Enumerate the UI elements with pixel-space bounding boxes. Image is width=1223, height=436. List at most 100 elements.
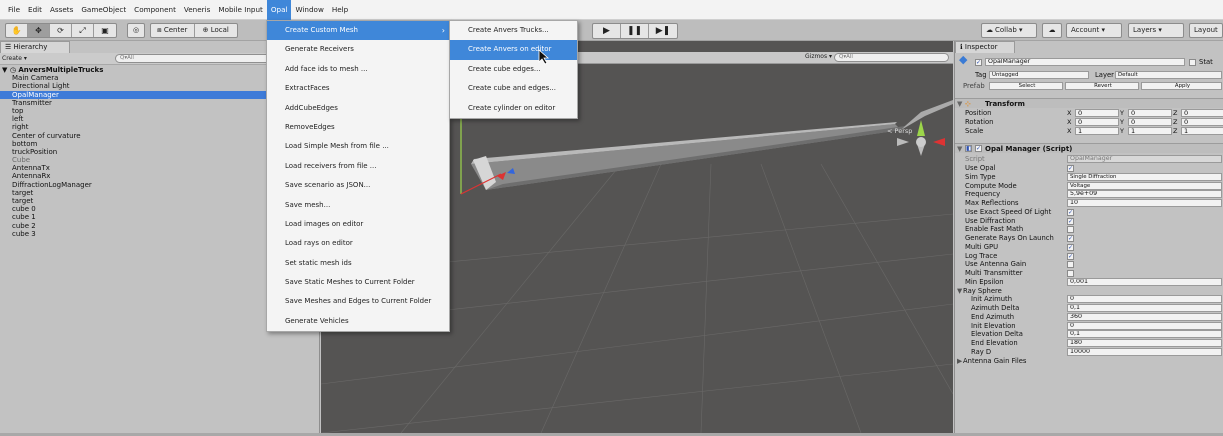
submenu-item[interactable]: Create cube edges...	[450, 60, 577, 79]
opal-menu-item[interactable]: RemoveEdges	[267, 118, 449, 137]
pause-icon[interactable]: ❚❚	[621, 24, 649, 38]
account-button[interactable]: Account ▾	[1066, 23, 1122, 38]
antenna-gain-files-foldout[interactable]: ▶ Antenna Gain Files	[955, 357, 1223, 366]
hand-tool-icon[interactable]: ✋	[6, 24, 28, 37]
field-checkbox[interactable]: ✓	[1067, 235, 1074, 242]
menu-help[interactable]: Help	[328, 0, 352, 20]
field-checkbox[interactable]	[1067, 261, 1074, 269]
opal-menu-item[interactable]: ExtractFaces	[267, 79, 449, 98]
script-enabled-checkbox[interactable]: ✓	[975, 145, 982, 152]
menu-edit[interactable]: Edit	[24, 0, 46, 20]
axis-label: Z	[1173, 118, 1178, 126]
ray-sphere-row: End Elevation 180	[955, 339, 1223, 348]
move-tool-icon[interactable]: ✥	[28, 24, 50, 37]
play-icon[interactable]: ▶	[593, 24, 621, 38]
opal-menu-item[interactable]: AddCubeEdges	[267, 99, 449, 118]
opal-menu-item[interactable]: Load images on editor	[267, 215, 449, 234]
transform-x-field[interactable]: X0	[1067, 109, 1119, 117]
static-checkbox[interactable]	[1189, 59, 1196, 66]
opal-menu-item[interactable]: Generate Receivers	[267, 40, 449, 59]
opal-menu-item[interactable]: Load rays on editor	[267, 234, 449, 253]
menu-file[interactable]: File	[4, 0, 24, 20]
submenu-item[interactable]: Create Anvers Trucks...	[450, 21, 577, 40]
layout-button[interactable]: Layout	[1189, 23, 1223, 38]
menu-assets[interactable]: Assets	[46, 0, 77, 20]
menu-window[interactable]: Window	[291, 0, 327, 20]
field-checkbox[interactable]	[1067, 270, 1074, 277]
opal-menu-item[interactable]: Generate Vehicles	[267, 312, 449, 331]
step-icon[interactable]: ▶❚	[649, 24, 677, 38]
collab-button[interactable]: ☁ Collab ▾	[981, 23, 1037, 38]
transform-y-field[interactable]: Y1	[1120, 127, 1172, 135]
transform-x-field[interactable]: X1	[1067, 127, 1119, 135]
field-input[interactable]: 0,1	[1067, 330, 1222, 339]
field-checkbox[interactable]: ✓	[1067, 243, 1074, 251]
opal-menu-item[interactable]: Load receivers from file ...	[267, 157, 449, 176]
submenu-item[interactable]: Create Anvers on editor	[450, 40, 577, 60]
menu-veneris[interactable]: Veneris	[180, 0, 214, 20]
opal-menu-item[interactable]: Load Simple Mesh from file ...	[267, 137, 449, 156]
transform-y-field[interactable]: Y0	[1120, 118, 1172, 126]
menu-gameobject[interactable]: GameObject	[77, 0, 130, 20]
opal-menu-item[interactable]: Save Meshes and Edges to Current Folder	[267, 292, 449, 311]
persp-label[interactable]: < Persp	[887, 127, 912, 135]
transform-x-field[interactable]: X0	[1067, 118, 1119, 126]
field-dropdown[interactable]: Voltage	[1067, 181, 1222, 190]
active-toggle[interactable]: ✓	[975, 59, 982, 66]
menu-mobile-input[interactable]: Mobile Input	[214, 0, 266, 20]
transform-z-field[interactable]: Z0	[1173, 118, 1223, 126]
layers-button[interactable]: Layers ▾	[1128, 23, 1184, 38]
tag-dropdown[interactable]: Untagged	[989, 71, 1089, 79]
cloud-icon[interactable]: ☁	[1042, 23, 1062, 38]
hierarchy-tab[interactable]: ☰ Hierarchy	[0, 41, 70, 53]
field-dropdown[interactable]: Single Diffraction	[1067, 172, 1222, 181]
pivot-center-button[interactable]: ⧈ Center	[151, 24, 195, 37]
transform-z-field[interactable]: Z1	[1173, 127, 1223, 135]
rotate-tool-icon[interactable]: ⟳	[50, 24, 72, 37]
opal-menu-item[interactable]: Create Custom Mesh ›	[267, 21, 449, 41]
script-component-header[interactable]: ▼ ◧ ✓ Opal Manager (Script)	[955, 143, 1223, 153]
pivot-local-button[interactable]: ⊕ Local	[195, 24, 238, 37]
rect-tool-icon[interactable]: ▣	[94, 24, 116, 37]
transform-y-field[interactable]: Y0	[1120, 109, 1172, 117]
orientation-gizmo-icon[interactable]	[897, 120, 945, 156]
submenu-item[interactable]: Create cylinder on editor	[450, 99, 577, 118]
field-checkbox[interactable]: ✓	[1067, 252, 1074, 260]
field-checkbox[interactable]: ✓	[1067, 165, 1074, 172]
field-input[interactable]: 0,1	[1067, 304, 1222, 312]
gizmos-dropdown[interactable]: Gizmos ▾	[805, 53, 832, 60]
field-input[interactable]: 5,9e+09	[1067, 190, 1222, 199]
field-checkbox[interactable]: ✓	[1067, 217, 1074, 225]
menu-component[interactable]: Component	[130, 0, 180, 20]
opal-menu-item[interactable]: Save Static Meshes to Current Folder	[267, 273, 449, 292]
field-input[interactable]: 180	[1067, 339, 1222, 347]
opal-menu-item[interactable]: Add face ids to mesh ...	[267, 60, 449, 79]
prefab-select-button[interactable]: Select	[989, 82, 1063, 90]
transform-z-field[interactable]: Z0	[1173, 109, 1223, 117]
create-dropdown[interactable]: Create ▾	[2, 54, 27, 63]
field-input[interactable]: 10000	[1067, 347, 1222, 356]
scale-tool-icon[interactable]: ⤢	[72, 24, 94, 37]
opal-menu-item[interactable]: Save mesh...	[267, 196, 449, 215]
layer-dropdown[interactable]: Default	[1115, 71, 1222, 79]
transform-header[interactable]: ▼ ⊹ Transform	[955, 98, 1223, 108]
field-checkbox[interactable]	[1067, 226, 1074, 234]
scene-search-input[interactable]: Q▾All	[834, 53, 949, 62]
opal-menu-item[interactable]: Set static mesh ids	[267, 254, 449, 273]
opal-menu-item[interactable]: Save scenario as JSON...	[267, 176, 449, 195]
field-input[interactable]: 0,001	[1067, 277, 1222, 286]
menu-opal[interactable]: Opal	[266, 0, 292, 20]
prefab-label: Prefab	[963, 82, 985, 90]
ray-sphere-foldout[interactable]: ▼ Ray Sphere	[955, 287, 1223, 296]
field-checkbox[interactable]: ✓	[1067, 208, 1074, 216]
field-input[interactable]: 0	[1067, 295, 1222, 304]
prefab-apply-button[interactable]: Apply	[1141, 82, 1222, 90]
field-input[interactable]: 0	[1067, 321, 1222, 330]
inspector-tab[interactable]: ℹ Inspector	[955, 41, 1015, 53]
object-name-field[interactable]: OpalManager	[985, 58, 1185, 66]
prefab-revert-button[interactable]: Revert	[1065, 82, 1139, 90]
submenu-item[interactable]: Create cube and edges...	[450, 79, 577, 98]
field-input[interactable]: 10	[1067, 199, 1222, 207]
combined-tool-icon[interactable]: ◎	[127, 23, 145, 38]
field-input[interactable]: 360	[1067, 312, 1222, 321]
